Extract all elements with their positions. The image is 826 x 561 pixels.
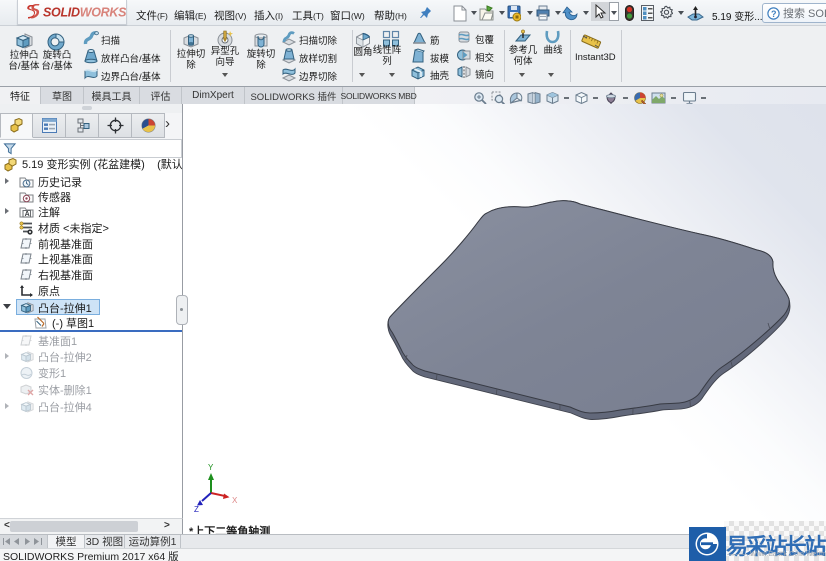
svg-text:SOLIDWORKS: SOLIDWORKS xyxy=(43,6,126,20)
svg-text:Y: Y xyxy=(208,463,214,472)
svg-text:?: ? xyxy=(771,9,777,19)
svg-text:X: X xyxy=(232,496,238,505)
svg-text:Z: Z xyxy=(194,505,199,514)
svg-text:A: A xyxy=(25,211,30,218)
